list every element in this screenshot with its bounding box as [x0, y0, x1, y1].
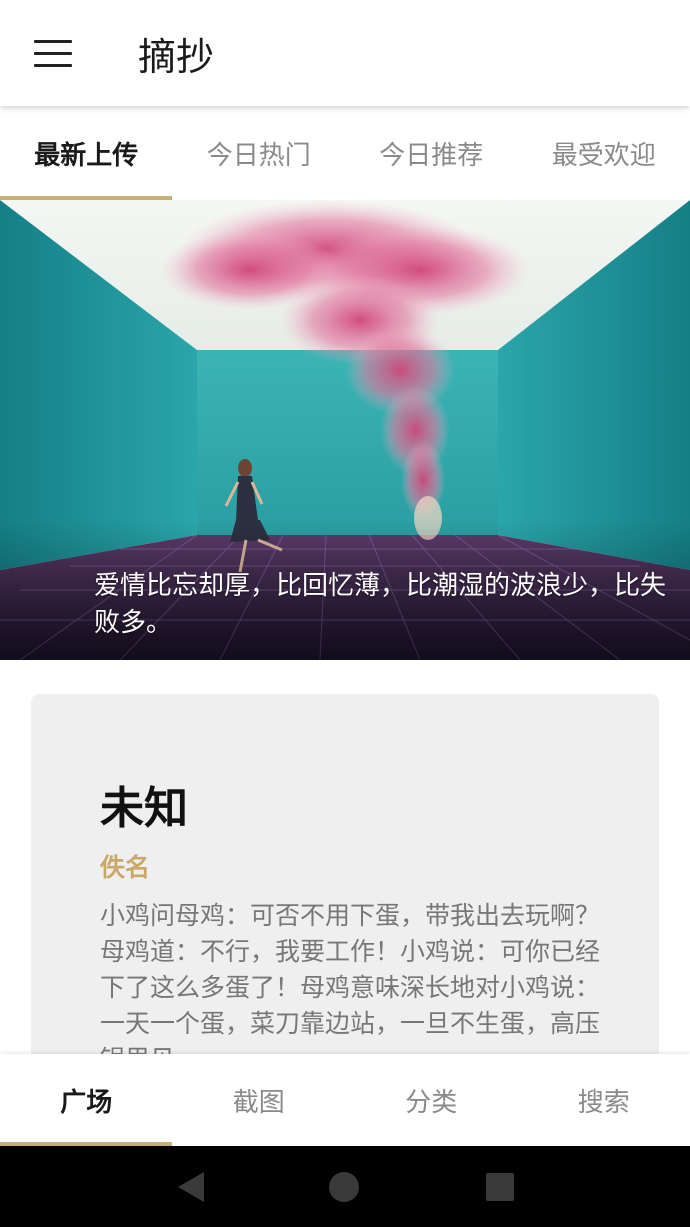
card-title: 未知 [100, 783, 188, 834]
tab-most-popular[interactable]: 最受欢迎 [518, 106, 690, 200]
tab-latest-upload[interactable]: 最新上传 [0, 106, 173, 200]
app-bar: 摘抄 [0, 0, 690, 106]
back-triangle-icon[interactable] [174, 1169, 210, 1205]
nav-screenshot[interactable]: 截图 [173, 1054, 346, 1146]
card-body: 小鸡问母鸡：可否不用下蛋，带我出去玩啊？母鸡道：不行，我要工作！小鸡说：可你已经… [100, 901, 600, 1056]
system-nav-bar [0, 1146, 690, 1227]
home-circle-icon[interactable] [326, 1169, 362, 1205]
menu-icon-line [34, 52, 72, 55]
card-author: 佚名 [100, 853, 151, 882]
tab-today-recommend[interactable]: 今日推荐 [345, 106, 518, 200]
menu-icon-line [34, 64, 72, 67]
recent-square-icon[interactable] [482, 1169, 518, 1205]
tab-today-hot[interactable]: 今日热门 [173, 106, 346, 200]
bottom-nav-bar: 广场 截图 分类 搜索 [0, 1054, 690, 1146]
hero-caption: 爱情比忘却厚，比回忆薄，比潮湿的波浪少，比失败多。 [94, 571, 667, 638]
nav-plaza[interactable]: 广场 [0, 1054, 173, 1146]
menu-icon-line [34, 40, 72, 43]
nav-category[interactable]: 分类 [345, 1054, 518, 1146]
page-title: 摘抄 [138, 35, 215, 79]
menu-icon[interactable] [22, 28, 86, 80]
nav-search[interactable]: 搜索 [518, 1054, 690, 1146]
top-tab-bar: 最新上传 今日热门 今日推荐 最受欢迎 [0, 106, 690, 200]
